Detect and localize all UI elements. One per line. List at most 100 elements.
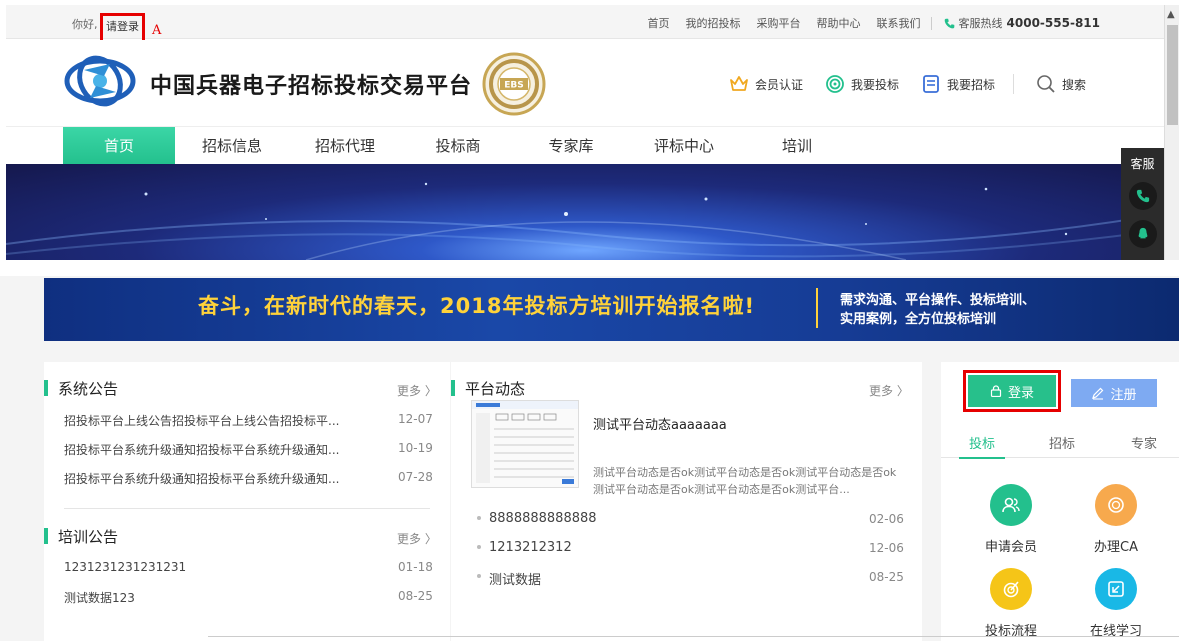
list-item-date: 02-06: [869, 512, 904, 526]
top-utility-bar: 你好, 请登录 A 首页 我的招投标 采购平台 帮助中心 联系我们 客服热线 4…: [6, 5, 1164, 43]
nav-item-evaluation-center[interactable]: 评标中心: [628, 127, 740, 165]
study-icon: [1095, 568, 1137, 610]
top-link-help[interactable]: 帮助中心: [817, 15, 861, 31]
nav-item-training[interactable]: 培训: [741, 127, 853, 165]
user-panel: 登录 注册 投标 招标 专家 申请会员 办理CA 投标流程 在线学习: [941, 362, 1179, 641]
top-link-contact[interactable]: 联系我们: [877, 15, 921, 31]
ebs-badge-text: EBS: [504, 81, 524, 91]
service-online-study[interactable]: 在线学习: [1076, 568, 1156, 639]
top-links: 首页 我的招投标 采购平台 帮助中心 联系我们 客服热线 4000-555-81…: [632, 15, 1100, 31]
tab-bidder[interactable]: 投标: [969, 433, 995, 452]
login-button-label: 登录: [1007, 385, 1034, 401]
news-featured-desc: 测试平台动态是否ok测试平台动态是否ok测试平台动态是否ok测试平台动态是否ok…: [593, 466, 897, 496]
bullet-icon: [477, 545, 481, 549]
system-notice-header: 系统公告: [44, 378, 118, 398]
service-phone-button[interactable]: [1128, 182, 1157, 210]
section-marker: [451, 380, 455, 396]
service-apply-member[interactable]: 申请会员: [971, 484, 1051, 555]
search-icon: [1037, 75, 1055, 93]
nav-item-bidders[interactable]: 投标商: [402, 127, 514, 165]
section-gap: [0, 260, 1179, 276]
member-auth-label: 会员认证: [754, 77, 803, 92]
service-bid-process[interactable]: 投标流程: [971, 568, 1051, 639]
list-item[interactable]: 招投标平台系统升级通知招投标平台系统升级通知...: [64, 470, 339, 487]
notice-panel: 系统公告 更多 〉 招投标平台上线公告招投标平台上线公告招投标平... 12-0…: [44, 362, 450, 641]
service-label: 办理CA: [1094, 540, 1138, 555]
top-divider: [930, 16, 932, 30]
section-marker: [44, 380, 48, 396]
member-auth-link[interactable]: 会员认证: [729, 74, 803, 94]
list-item[interactable]: 1213212312: [489, 540, 572, 555]
news-thumbnail[interactable]: [471, 400, 579, 488]
list-item[interactable]: 招投标平台上线公告招投标平台上线公告招投标平...: [64, 412, 339, 429]
hotline-label: 客服热线: [958, 17, 1003, 30]
banner-art: [6, 182, 1164, 260]
site-logo[interactable]: [64, 52, 136, 110]
document-icon: [923, 75, 939, 93]
nav-item-tender-info[interactable]: 招标信息: [176, 127, 288, 165]
hero-banner: [6, 164, 1164, 260]
scrollbar-thumb[interactable]: [1167, 25, 1178, 125]
promo-divider: [816, 288, 818, 328]
users-icon: [990, 484, 1032, 526]
list-item-date: 01-18: [398, 560, 433, 574]
site-title: 中国兵器电子招标投标交易平台: [150, 74, 473, 99]
page-scrollbar[interactable]: ▲: [1164, 5, 1179, 260]
top-link-procurement[interactable]: 采购平台: [757, 15, 801, 31]
list-item-date: 10-19: [398, 441, 433, 455]
login-button[interactable]: 登录: [968, 375, 1056, 407]
hotline-number: 4000-555-811: [1006, 16, 1100, 30]
header-divider: [1012, 74, 1014, 94]
list-item[interactable]: 8888888888888: [489, 511, 597, 526]
nav-item-home[interactable]: 首页: [63, 127, 175, 165]
platform-news-panel: 平台动态 更多 〉 测试平台动态aaaaaaa 测试平台动态是否ok测试平台动态…: [451, 362, 922, 641]
login-button-highlight: 登录: [963, 370, 1061, 412]
training-notice-more-link[interactable]: 更多 〉: [397, 530, 437, 547]
nav-item-expert-pool[interactable]: 专家库: [515, 127, 627, 165]
top-link-my-bids[interactable]: 我的招投标: [686, 15, 741, 31]
register-button[interactable]: 注册: [1071, 379, 1157, 407]
service-apply-ca[interactable]: 办理CA: [1076, 484, 1156, 555]
tender-link[interactable]: 我要招标: [921, 74, 995, 94]
top-login-link[interactable]: 请登录: [100, 13, 145, 43]
list-item[interactable]: 招投标平台系统升级通知招投标平台系统升级通知...: [64, 441, 339, 458]
bid-link[interactable]: 我要投标: [825, 74, 899, 94]
tender-label: 我要招标: [946, 77, 995, 92]
lock-icon: [990, 385, 1002, 397]
bullet-icon: [477, 516, 481, 520]
search-label: 搜索: [1061, 77, 1086, 92]
greeting-text: 你好,: [72, 18, 98, 31]
top-link-home[interactable]: 首页: [648, 15, 670, 31]
training-notice-header: 培训公告: [44, 526, 118, 546]
target-icon: [826, 75, 844, 93]
header-actions: 会员认证 我要投标 我要招标 搜索: [707, 74, 1086, 94]
tab-tenderer[interactable]: 招标: [1049, 433, 1075, 452]
news-thumbnail-image: [472, 401, 578, 484]
platform-news-more-link[interactable]: 更多 〉: [869, 382, 909, 399]
news-featured-title[interactable]: 测试平台动态aaaaaaa: [593, 414, 727, 433]
target-icon: [990, 568, 1032, 610]
register-button-label: 注册: [1110, 387, 1137, 403]
promo-main-text: 奋斗，在新时代的春天，2018年投标方培训开始报名啦!: [198, 294, 756, 318]
lower-content: 奋斗，在新时代的春天，2018年投标方培训开始报名啦! 需求沟通、平台操作、投标…: [0, 276, 1179, 641]
scroll-up-icon[interactable]: ▲: [1167, 9, 1175, 20]
section-marker: [44, 528, 48, 544]
list-item-date: 08-25: [398, 589, 433, 603]
list-item-date: 12-07: [398, 412, 433, 426]
site-header: 中国兵器电子招标投标交易平台 EBS 会员认证 我要投标 我要招标 搜索: [6, 40, 1164, 126]
nav-item-tender-agency[interactable]: 招标代理: [289, 127, 401, 165]
promo-sub-line1: 需求沟通、平台操作、投标培训、: [840, 293, 1036, 308]
system-notice-more-link[interactable]: 更多 〉: [397, 382, 437, 399]
service-qq-button[interactable]: [1128, 220, 1157, 248]
bid-label: 我要投标: [850, 77, 899, 92]
bullet-icon: [477, 574, 481, 578]
phone-icon: [1136, 189, 1149, 203]
list-item[interactable]: 测试数据: [489, 569, 541, 588]
crown-icon: [730, 76, 748, 91]
annotation-label-a: A: [152, 23, 162, 38]
list-item[interactable]: 1231231231231231: [64, 560, 186, 574]
list-item[interactable]: 测试数据123: [64, 589, 135, 606]
search-link[interactable]: 搜索: [1036, 74, 1086, 94]
promo-banner[interactable]: 奋斗，在新时代的春天，2018年投标方培训开始报名啦! 需求沟通、平台操作、投标…: [44, 278, 1179, 341]
tab-expert[interactable]: 专家: [1131, 433, 1157, 452]
